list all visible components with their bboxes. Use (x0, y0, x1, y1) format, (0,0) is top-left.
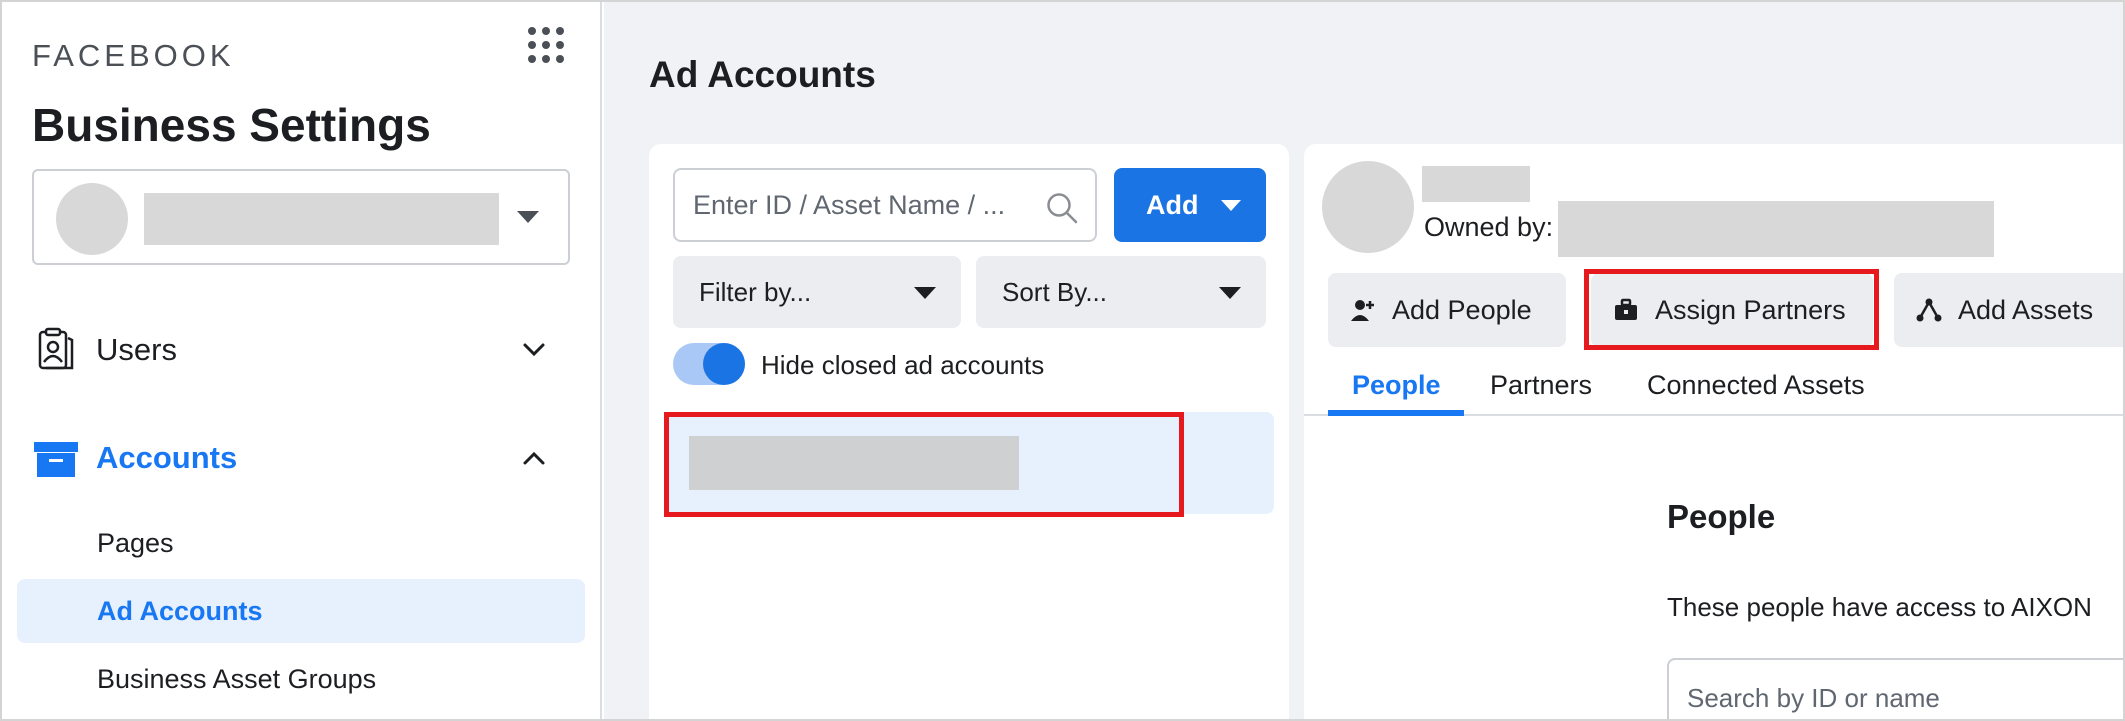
sidebar-subitem-business-asset-groups[interactable]: Business Asset Groups (97, 664, 376, 695)
caret-down-icon (1221, 200, 1241, 211)
search-icon (1047, 193, 1078, 224)
app-grid-icon[interactable] (525, 24, 567, 66)
id-badge-icon (38, 327, 74, 370)
caret-down-icon (517, 211, 539, 223)
sidebar-item-accounts[interactable]: Accounts (32, 428, 572, 488)
ad-account-title-redacted (1422, 166, 1530, 202)
caret-down-icon (914, 287, 936, 299)
people-section-title: People (1667, 498, 1776, 535)
tab-connected-assets[interactable]: Connected Assets (1647, 364, 1865, 416)
add-person-icon (1351, 300, 1374, 321)
owner-name-redacted (1558, 201, 1994, 257)
tab-partners[interactable]: Partners (1490, 364, 1592, 416)
page-heading: Business Settings (32, 99, 431, 151)
app-window: FACEBOOK Business Settings Users Account… (0, 0, 2125, 721)
sort-dropdown[interactable]: Sort By... (976, 256, 1266, 328)
asset-search-box (673, 168, 1097, 242)
business-avatar (56, 183, 128, 255)
assign-partners-button[interactable]: Assign Partners (1591, 273, 1873, 347)
ad-account-avatar (1322, 161, 1414, 253)
people-search-input[interactable] (1669, 660, 2123, 719)
people-section-description: These people have access to AIXON (1667, 592, 2092, 622)
sidebar-subitem-pages[interactable]: Pages (97, 528, 174, 559)
detail-tabs: People Partners Connected Assets (1304, 364, 2123, 416)
ad-account-name-redacted (689, 436, 1019, 490)
ad-account-list-panel: Add Filter by... Sort By... Hid (649, 144, 1289, 719)
hide-closed-label: Hide closed ad accounts (761, 350, 1045, 380)
owned-by-label: Owned by: (1424, 212, 1554, 242)
active-tab-indicator (1328, 410, 1464, 416)
add-button[interactable]: Add (1114, 168, 1266, 242)
sidebar-item-users[interactable]: Users (32, 320, 572, 380)
asset-search-input[interactable] (675, 170, 1035, 240)
tab-people[interactable]: People (1352, 364, 1441, 416)
toggle-knob (703, 343, 745, 385)
add-button-label: Add (1146, 189, 1199, 220)
ad-account-list-item[interactable] (664, 412, 1274, 514)
filter-dropdown-label: Filter by... (699, 276, 812, 307)
page-title: Ad Accounts (649, 54, 876, 95)
sort-dropdown-label: Sort By... (1002, 276, 1107, 307)
share-nodes-icon (1916, 298, 1942, 322)
add-people-label: Add People (1392, 294, 1532, 325)
filter-dropdown[interactable]: Filter by... (673, 256, 961, 328)
briefcase-icon (1615, 298, 1637, 320)
main-content: Ad Accounts Add Filter by... (604, 2, 2123, 719)
sidebar: FACEBOOK Business Settings Users Account… (2, 2, 602, 719)
business-name-redacted (144, 193, 499, 245)
sidebar-item-label: Users (96, 332, 177, 367)
chevron-down-icon[interactable] (522, 342, 546, 358)
add-assets-label: Add Assets (1958, 294, 2094, 325)
facebook-wordmark: FACEBOOK (32, 38, 235, 73)
add-assets-button[interactable]: Add Assets (1894, 273, 2123, 347)
sidebar-item-label: Accounts (96, 440, 238, 475)
assign-partners-label: Assign Partners (1655, 294, 1846, 325)
ad-account-detail-panel: Owned by: Add People Assign Partners Add… (1304, 144, 2123, 719)
archive-box-icon (34, 442, 78, 477)
add-people-button[interactable]: Add People (1328, 273, 1566, 347)
hide-closed-toggle[interactable] (673, 343, 745, 385)
business-selector[interactable] (32, 169, 570, 265)
caret-down-icon (1219, 287, 1241, 299)
chevron-up-icon[interactable] (522, 450, 546, 466)
sidebar-subitem-ad-accounts[interactable]: Ad Accounts (97, 596, 263, 627)
people-search-box (1667, 658, 2123, 719)
